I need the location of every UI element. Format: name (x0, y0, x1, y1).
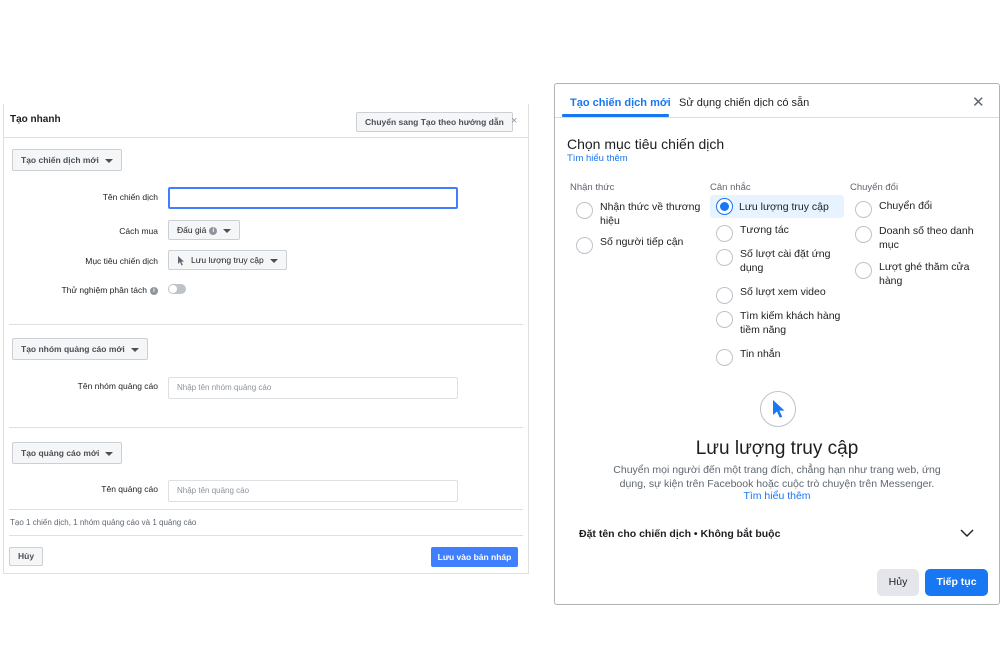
toggle-knob (169, 285, 177, 293)
objective-conversions[interactable]: Chuyển đổi (855, 199, 985, 219)
cancel-button[interactable]: Hủy (9, 547, 44, 566)
objective-detail-title: Lưu lượng truy cập (695, 438, 859, 459)
objective-label: Tin nhắn (740, 348, 781, 360)
cursor-icon (178, 255, 184, 266)
objective-catalog-sales[interactable]: Doanh số theo danh mục (855, 224, 985, 254)
quick-create-title: Tạo nhanh (10, 114, 61, 125)
close-icon[interactable]: ✕ (972, 95, 985, 110)
objective-value: Lưu lượng truy cập (191, 255, 264, 265)
ad-dropdown[interactable]: Tạo quảng cáo mới (12, 442, 123, 464)
objective-label: Mục tiêu chiến dịch (85, 256, 158, 266)
section-divider (9, 427, 523, 428)
radio-button[interactable] (855, 262, 872, 279)
adset-dropdown-label: Tạo nhóm quảng cáo mới (21, 344, 125, 354)
save-draft-button[interactable]: Lưu vào bản nháp (431, 547, 518, 567)
tab-existing-campaign[interactable]: Sử dụng chiến dịch có sẵn (679, 96, 809, 110)
radio-button[interactable] (576, 202, 593, 219)
radio-button[interactable] (576, 237, 593, 254)
quick-create-panel: Tạo nhanh Chuyển sang Tạo theo hướng dẫn… (3, 104, 529, 574)
radio-button[interactable] (716, 311, 733, 328)
caret-down-icon (269, 258, 278, 263)
radio-button[interactable] (855, 201, 872, 218)
radio-button[interactable] (716, 287, 733, 304)
objective-messages[interactable]: Tin nhắn (716, 347, 846, 367)
campaign-name-label: Tên chiến dịch (102, 192, 158, 202)
objective-label: Tìm kiếm khách hàng tiềm năng (740, 310, 841, 336)
objective-label: Chuyển đổi (879, 200, 933, 212)
section-divider (9, 535, 523, 536)
objective-app-installs[interactable]: Số lượt cài đặt ứng dụng (716, 247, 846, 277)
name-campaign-toggle[interactable]: Đặt tên cho chiến dịch • Không bắt buộc (579, 528, 780, 540)
buying-type-label: Cách mua (119, 226, 158, 236)
cursor-icon (773, 400, 785, 418)
info-icon: i (150, 286, 158, 295)
cancel-button[interactable]: Hủy (877, 569, 919, 596)
caret-down-icon (104, 158, 113, 163)
chevron-down-icon[interactable] (960, 528, 974, 538)
tab-new-campaign[interactable]: Tạo chiến dịch mới (570, 96, 671, 110)
switch-guided-button[interactable]: Chuyển sang Tạo theo hướng dẫn (356, 112, 513, 132)
radio-button[interactable] (855, 226, 872, 243)
buying-type-value: Đấu giá (177, 225, 207, 235)
info-icon: i (209, 226, 218, 235)
dialog-heading: Chọn mục tiêu chiến dịch (567, 136, 725, 152)
adset-name-input[interactable]: Nhập tên nhóm quảng cáo (168, 377, 458, 399)
objective-lead-generation[interactable]: Tìm kiếm khách hàng tiềm năng (716, 309, 846, 339)
ad-dropdown-label: Tạo quảng cáo mới (21, 448, 100, 458)
ad-name-label: Tên quảng cáo (101, 484, 158, 494)
radio-button-selected[interactable] (716, 198, 733, 215)
section-divider (9, 509, 523, 510)
split-test-label-text: Thử nghiệm phân tách (61, 285, 147, 295)
objective-label: Số lượt xem video (740, 286, 826, 298)
adset-name-label: Tên nhóm quảng cáo (77, 381, 158, 391)
adset-dropdown[interactable]: Tạo nhóm quảng cáo mới (12, 338, 148, 360)
continue-button[interactable]: Tiếp tục (925, 569, 988, 596)
close-icon[interactable]: × (511, 115, 517, 127)
split-test-label: Thử nghiệm phân tách i (8, 285, 158, 295)
radio-button[interactable] (716, 349, 733, 366)
header-divider (4, 137, 528, 138)
objective-label: Số lượt cài đặt ứng dụng (740, 248, 831, 274)
tabs-divider (555, 117, 999, 118)
objective-store-traffic[interactable]: Lượt ghé thăm cửa hàng (855, 260, 985, 290)
objective-reach[interactable]: Số người tiếp cận (576, 235, 706, 255)
objective-label: Doanh số theo danh mục (879, 225, 974, 251)
column-header-consideration: Cân nhắc (710, 182, 751, 193)
campaign-name-input[interactable] (168, 187, 458, 209)
objective-label: Số người tiếp cận (600, 236, 684, 248)
objective-icon-circle (760, 391, 796, 427)
objective-video-views[interactable]: Số lượt xem video (716, 285, 846, 305)
buying-type-dropdown[interactable]: Đấu giá i (168, 220, 241, 240)
column-header-awareness: Nhận thức (570, 182, 615, 193)
learn-more-link[interactable]: Tìm hiểu thêm (567, 153, 628, 164)
radio-button[interactable] (716, 249, 733, 266)
objective-label: Nhận thức về thương hiệu (600, 201, 701, 227)
objective-label: Lượt ghé thăm cửa hàng (879, 261, 970, 287)
campaign-dropdown[interactable]: Tạo chiến dịch mới (12, 149, 122, 171)
objective-brand-awareness[interactable]: Nhận thức về thương hiệu (576, 200, 706, 230)
campaign-dropdown-label: Tạo chiến dịch mới (21, 155, 99, 165)
summary-text: Tạo 1 chiến dịch, 1 nhóm quảng cáo và 1 … (10, 518, 197, 527)
objective-dropdown[interactable]: Lưu lượng truy cập (168, 250, 287, 270)
column-header-conversion: Chuyển đổi (850, 182, 899, 193)
split-test-toggle[interactable] (168, 284, 186, 294)
section-divider (9, 324, 523, 325)
caret-down-icon (130, 347, 139, 352)
objective-dialog: Tạo chiến dịch mới Sử dụng chiến dịch có… (554, 83, 1000, 605)
objective-engagement[interactable]: Tương tác (716, 223, 846, 243)
objective-label: Lưu lượng truy cập (739, 201, 829, 213)
radio-button[interactable] (716, 225, 733, 242)
detail-learn-more-link[interactable]: Tìm hiểu thêm (555, 490, 999, 502)
objective-label: Tương tác (740, 224, 789, 236)
caret-down-icon (223, 228, 232, 233)
ad-name-input[interactable]: Nhập tên quảng cáo (168, 480, 458, 502)
caret-down-icon (105, 451, 114, 456)
objective-traffic[interactable]: Lưu lượng truy cập (710, 195, 844, 218)
objective-detail-description: Chuyển mọi người đến một trang đích, chẳ… (613, 464, 941, 490)
